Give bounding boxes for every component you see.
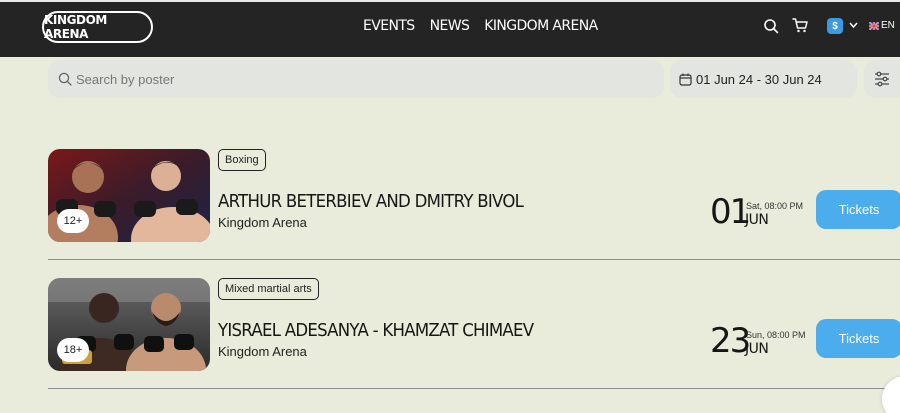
event-poster-image[interactable]: 18+ (48, 278, 210, 371)
event-month: JUN (745, 341, 769, 357)
search-input[interactable] (76, 71, 636, 87)
search-icon[interactable] (763, 18, 779, 34)
event-title[interactable]: ARTHUR BETERBIEV AND DMITRY BIVOL (218, 191, 524, 212)
age-rating-badge: 18+ (57, 338, 89, 362)
category-tag: Mixed martial arts (218, 278, 319, 300)
divider (48, 388, 900, 389)
event-day: 23 (710, 321, 751, 361)
tickets-button[interactable]: Tickets (816, 190, 900, 229)
calendar-icon (679, 73, 692, 86)
chevron-down-icon[interactable] (849, 21, 858, 29)
divider (48, 259, 900, 260)
date-range-picker[interactable]: 01 Jun 24 - 30 Jun 24 (670, 60, 857, 98)
event-day: 01 (710, 192, 751, 232)
filter-button[interactable] (864, 60, 900, 98)
event-venue: Kingdom Arena (218, 215, 307, 230)
event-time: Sun, 08:00 PM (746, 330, 806, 340)
currency-selector[interactable]: $ (827, 18, 843, 34)
uk-flag-icon (869, 21, 879, 30)
search-bar (48, 60, 664, 98)
event-title[interactable]: YISRAEL ADESANYA - KHAMZAT CHIMAEV (218, 320, 534, 341)
event-card[interactable]: 18+ Mixed martial arts YISRAEL ADESANYA … (48, 278, 900, 388)
logo-button[interactable]: KINGDOM ARENA (42, 11, 153, 43)
language-selector[interactable]: EN (869, 20, 895, 31)
main-nav: EVENTS NEWS KINGDOM ARENA (363, 18, 598, 34)
language-label: EN (881, 20, 895, 31)
nav-item-kingdom-arena[interactable]: KINGDOM ARENA (484, 18, 598, 34)
event-venue: Kingdom Arena (218, 344, 307, 359)
event-card[interactable]: 12+ Boxing ARTHUR BETERBIEV AND DMITRY B… (48, 149, 900, 259)
date-range-label: 01 Jun 24 - 30 Jun 24 (696, 71, 822, 87)
age-rating-badge: 12+ (57, 209, 89, 233)
search-icon (58, 72, 72, 86)
event-poster-image[interactable]: 12+ (48, 149, 210, 242)
tickets-button[interactable]: Tickets (816, 319, 900, 358)
event-month: JUN (745, 212, 769, 228)
filter-sliders-icon (875, 71, 889, 87)
navbar: KINGDOM ARENA EVENTS NEWS KINGDOM ARENA … (0, 2, 900, 57)
nav-item-news[interactable]: NEWS (430, 18, 470, 34)
cart-icon[interactable] (791, 16, 809, 34)
nav-item-events[interactable]: EVENTS (363, 18, 415, 34)
category-tag: Boxing (218, 149, 266, 171)
event-time: Sat, 08:00 PM (746, 201, 804, 211)
